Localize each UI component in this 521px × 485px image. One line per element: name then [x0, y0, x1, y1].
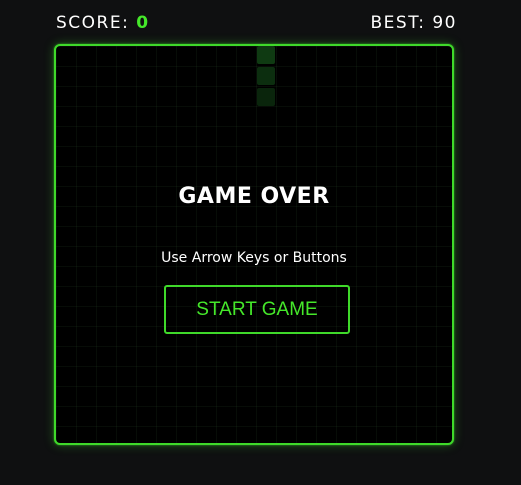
score-value: 0: [136, 13, 150, 33]
game-over-overlay: GAME OVER Use Arrow Keys or Buttons STAR…: [56, 46, 452, 443]
score-display: SCORE: 0: [56, 13, 150, 33]
game-screen: SCORE: 0 BEST: 90 GAME OVER Use Arrow Ke…: [0, 0, 521, 485]
controls-instructions: Use Arrow Keys or Buttons: [161, 250, 347, 266]
best-score-display: BEST: 90: [371, 13, 458, 33]
best-label: BEST:: [370, 13, 426, 33]
start-game-button[interactable]: START GAME: [164, 285, 350, 334]
game-over-title: GAME OVER: [178, 184, 330, 209]
game-board[interactable]: GAME OVER Use Arrow Keys or Buttons STAR…: [54, 44, 454, 445]
score-label: SCORE:: [56, 13, 130, 33]
hud: SCORE: 0 BEST: 90: [56, 11, 457, 35]
best-value: 90: [432, 13, 457, 33]
